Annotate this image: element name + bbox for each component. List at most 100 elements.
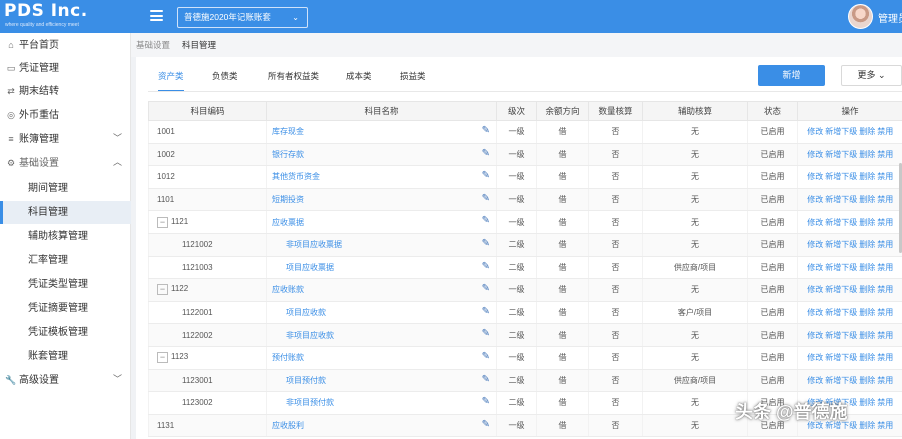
edit-link[interactable]: 修改 [807, 285, 823, 294]
account-name-link[interactable]: 银行存款 [272, 150, 304, 159]
collapse-icon[interactable]: − [157, 352, 168, 364]
add-child-link[interactable]: 新增下级 [825, 285, 857, 294]
table-row[interactable]: 1121003 项目应收票据 ✎ 二级借否供应商/项目 已启用 修改 新增下级 删除 禁用 [148, 256, 902, 280]
edit-link[interactable]: 修改 [807, 376, 823, 385]
account-name-link[interactable]: 非项目预付款 [286, 398, 334, 407]
edit-pencil-icon[interactable]: ✎ [482, 125, 490, 136]
table-row[interactable]: −1122 应收账款 ✎ 一级借否无已启用 修改 新增下级 删除 禁用 [148, 278, 902, 302]
edit-pencil-icon[interactable]: ✎ [482, 396, 490, 407]
edit-link[interactable]: 修改 [807, 172, 823, 181]
edit-pencil-icon[interactable]: ✎ [482, 351, 490, 362]
sidebar-item-voucher[interactable]: ▭ 凭证管理 [0, 57, 131, 80]
disable-link[interactable]: 禁用 [877, 376, 893, 385]
disable-link[interactable]: 禁用 [877, 127, 893, 136]
account-name-link[interactable]: 应收账款 [272, 285, 304, 294]
disable-link[interactable]: 禁用 [877, 150, 893, 159]
add-child-link[interactable]: 新增下级 [825, 240, 857, 249]
disable-link[interactable]: 禁用 [877, 195, 893, 204]
edit-link[interactable]: 修改 [807, 218, 823, 227]
add-child-link[interactable]: 新增下级 [825, 353, 857, 362]
add-child-link[interactable]: 新增下级 [825, 376, 857, 385]
delete-link[interactable]: 删除 [859, 331, 875, 340]
sidebar-subitem-voucher-type[interactable]: 凭证类型管理 [0, 273, 131, 296]
add-child-link[interactable]: 新增下级 [825, 308, 857, 317]
delete-link[interactable]: 删除 [859, 308, 875, 317]
sidebar-item-ledger[interactable]: ≡ 账簿管理 ﹀ [0, 128, 131, 151]
edit-link[interactable]: 修改 [807, 308, 823, 317]
account-name-link[interactable]: 非项目应收款 [286, 331, 334, 340]
disable-link[interactable]: 禁用 [877, 240, 893, 249]
account-name-link[interactable]: 短期投资 [272, 195, 304, 204]
add-child-link[interactable]: 新增下级 [825, 331, 857, 340]
delete-link[interactable]: 删除 [859, 127, 875, 136]
account-name-link[interactable]: 其他货币资金 [272, 172, 320, 181]
sidebar-item-advanced-settings[interactable]: 🔧 高级设置 ﹀ [0, 369, 131, 392]
tab-cost[interactable]: 成本类 [346, 63, 372, 92]
delete-link[interactable]: 删除 [859, 195, 875, 204]
disable-link[interactable]: 禁用 [877, 218, 893, 227]
sidebar-subitem-voucher-template[interactable]: 凭证模板管理 [0, 321, 131, 344]
account-name-link[interactable]: 应收票据 [272, 218, 304, 227]
disable-link[interactable]: 禁用 [877, 421, 893, 430]
delete-link[interactable]: 删除 [859, 376, 875, 385]
edit-pencil-icon[interactable]: ✎ [482, 261, 490, 272]
add-child-link[interactable]: 新增下级 [825, 127, 857, 136]
edit-link[interactable]: 修改 [807, 127, 823, 136]
delete-link[interactable]: 删除 [859, 240, 875, 249]
table-row[interactable]: 1101 短期投资 ✎ 一级借否无已启用 修改 新增下级 删除 禁用 [148, 188, 902, 212]
table-row[interactable]: 1122002 非项目应收款 ✎ 二级借否无已启用 修改 新增下级 删除 禁用 [148, 323, 902, 347]
table-row[interactable]: 1002 银行存款 ✎ 一级借否无已启用 修改 新增下级 删除 禁用 [148, 143, 902, 167]
table-row[interactable]: −1123 预付账款 ✎ 一级借否无已启用 修改 新增下级 删除 禁用 [148, 346, 902, 370]
disable-link[interactable]: 禁用 [877, 263, 893, 272]
edit-pencil-icon[interactable]: ✎ [482, 238, 490, 249]
edit-pencil-icon[interactable]: ✎ [482, 215, 490, 226]
edit-pencil-icon[interactable]: ✎ [482, 193, 490, 204]
sidebar-subitem-accounts[interactable]: 科目管理 [0, 201, 131, 224]
collapse-icon[interactable]: − [157, 216, 168, 228]
menu-toggle-icon[interactable] [150, 10, 163, 21]
avatar[interactable] [848, 4, 873, 29]
sidebar-item-home[interactable]: ⌂ 平台首页 [0, 34, 131, 57]
collapse-icon[interactable]: − [157, 284, 168, 296]
account-set-select[interactable]: 普德施2020年记账账套 ⌄ [177, 7, 308, 28]
edit-link[interactable]: 修改 [807, 150, 823, 159]
edit-pencil-icon[interactable]: ✎ [482, 419, 490, 430]
account-name-link[interactable]: 项目应收票据 [286, 263, 334, 272]
account-name-link[interactable]: 项目预付款 [286, 376, 326, 385]
disable-link[interactable]: 禁用 [877, 308, 893, 317]
delete-link[interactable]: 删除 [859, 263, 875, 272]
sidebar-subitem-voucher-summary[interactable]: 凭证摘要管理 [0, 297, 131, 320]
edit-link[interactable]: 修改 [807, 353, 823, 362]
edit-pencil-icon[interactable]: ✎ [482, 283, 490, 294]
edit-pencil-icon[interactable]: ✎ [482, 170, 490, 181]
disable-link[interactable]: 禁用 [877, 285, 893, 294]
breadcrumb-parent[interactable]: 基础设置 [136, 33, 170, 57]
edit-pencil-icon[interactable]: ✎ [482, 148, 490, 159]
table-row[interactable]: 1121002 非项目应收票据 ✎ 二级借否无已启用 修改 新增下级 删除 禁用 [148, 233, 902, 257]
sidebar-item-revaluation[interactable]: ◎ 外币重估 [0, 104, 131, 127]
edit-link[interactable]: 修改 [807, 263, 823, 272]
more-button[interactable]: 更多 ⌄ [841, 65, 902, 86]
new-button[interactable]: 新增 [758, 65, 825, 86]
tab-equity[interactable]: 所有者权益类 [268, 63, 319, 92]
table-row[interactable]: 1123001 项目预付款 ✎ 二级借否供应商/项目 已启用 修改 新增下级 删除 禁用 [148, 369, 902, 393]
edit-link[interactable]: 修改 [807, 240, 823, 249]
table-row[interactable]: −1121 应收票据 ✎ 一级借否无已启用 修改 新增下级 删除 禁用 [148, 210, 902, 234]
add-child-link[interactable]: 新增下级 [825, 263, 857, 272]
tab-liabilities[interactable]: 负债类 [212, 63, 238, 92]
add-child-link[interactable]: 新增下级 [825, 218, 857, 227]
edit-pencil-icon[interactable]: ✎ [482, 374, 490, 385]
delete-link[interactable]: 删除 [859, 172, 875, 181]
edit-link[interactable]: 修改 [807, 195, 823, 204]
account-name-link[interactable]: 非项目应收票据 [286, 240, 342, 249]
edit-pencil-icon[interactable]: ✎ [482, 306, 490, 317]
account-name-link[interactable]: 应收股利 [272, 421, 304, 430]
delete-link[interactable]: 删除 [859, 285, 875, 294]
add-child-link[interactable]: 新增下级 [825, 172, 857, 181]
delete-link[interactable]: 删除 [859, 398, 875, 407]
disable-link[interactable]: 禁用 [877, 172, 893, 181]
add-child-link[interactable]: 新增下级 [825, 150, 857, 159]
disable-link[interactable]: 禁用 [877, 398, 893, 407]
delete-link[interactable]: 删除 [859, 421, 875, 430]
edit-pencil-icon[interactable]: ✎ [482, 328, 490, 339]
